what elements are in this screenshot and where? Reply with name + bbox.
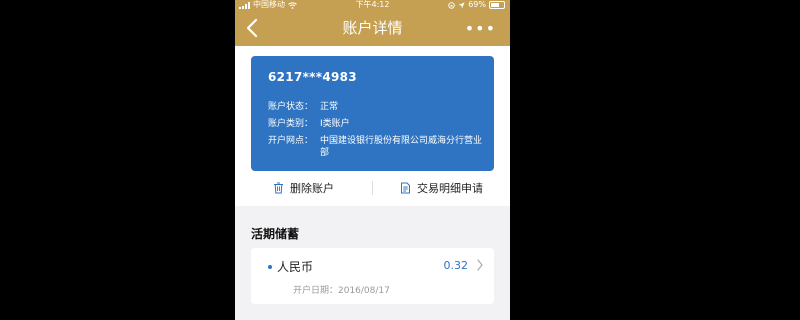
location-icon	[458, 2, 465, 8]
section-title: 活期储蓄	[251, 227, 300, 241]
document-icon	[401, 182, 410, 194]
battery-percent: 69%	[468, 0, 486, 9]
branch-label: 开户网点：	[268, 136, 314, 146]
status-value: 正常	[320, 102, 339, 112]
more-options-button[interactable]: •••	[465, 19, 496, 38]
battery-icon	[489, 1, 505, 9]
transaction-detail-button[interactable]: 交易明细申请	[373, 180, 510, 196]
delete-account-label: 删除账户	[290, 182, 334, 195]
currency-label: 人民币	[277, 260, 314, 274]
type-label: 账户类别：	[268, 119, 314, 129]
savings-account-item[interactable]: 人民币 0.32 开户日期：2016/08/17	[251, 248, 494, 304]
status-bar: 中国移动 下午4:12 69%	[235, 0, 510, 10]
bullet-dot	[268, 265, 272, 269]
status-label: 账户状态：	[268, 102, 314, 112]
transaction-detail-label: 交易明细申请	[417, 182, 483, 195]
type-value: I类账户	[320, 119, 350, 129]
phone-screen: 中国移动 下午4:12 69% 账户详情 ••• 6217***4983 账户状…	[235, 0, 510, 320]
chevron-right-icon	[477, 259, 483, 271]
account-balance: 0.32	[443, 259, 469, 272]
branch-row: 开户网点： 中国建设银行股份有限公司威海分行营业部	[268, 135, 485, 159]
delete-account-button[interactable]: 删除账户	[235, 180, 372, 196]
card-number: 6217***4983	[268, 70, 357, 84]
navigation-bar: 账户详情 •••	[235, 10, 510, 46]
status-right: 69%	[448, 0, 505, 10]
account-summary-panel: 6217***4983 账户状态： 正常 账户类别： I类账户 开户网点： 中国…	[235, 46, 510, 206]
status-row: 账户状态： 正常	[268, 101, 485, 113]
top-header: 中国移动 下午4:12 69% 账户详情 •••	[235, 0, 510, 46]
trash-icon	[274, 182, 283, 194]
type-row: 账户类别： I类账户	[268, 118, 485, 130]
lock-rotation-icon	[448, 1, 455, 9]
branch-value: 中国建设银行股份有限公司威海分行营业部	[320, 136, 483, 158]
card-actions: 删除账户 交易明细申请	[235, 174, 510, 202]
open-date: 开户日期：2016/08/17	[293, 286, 390, 296]
bank-card: 6217***4983 账户状态： 正常 账户类别： I类账户 开户网点： 中国…	[251, 56, 494, 171]
